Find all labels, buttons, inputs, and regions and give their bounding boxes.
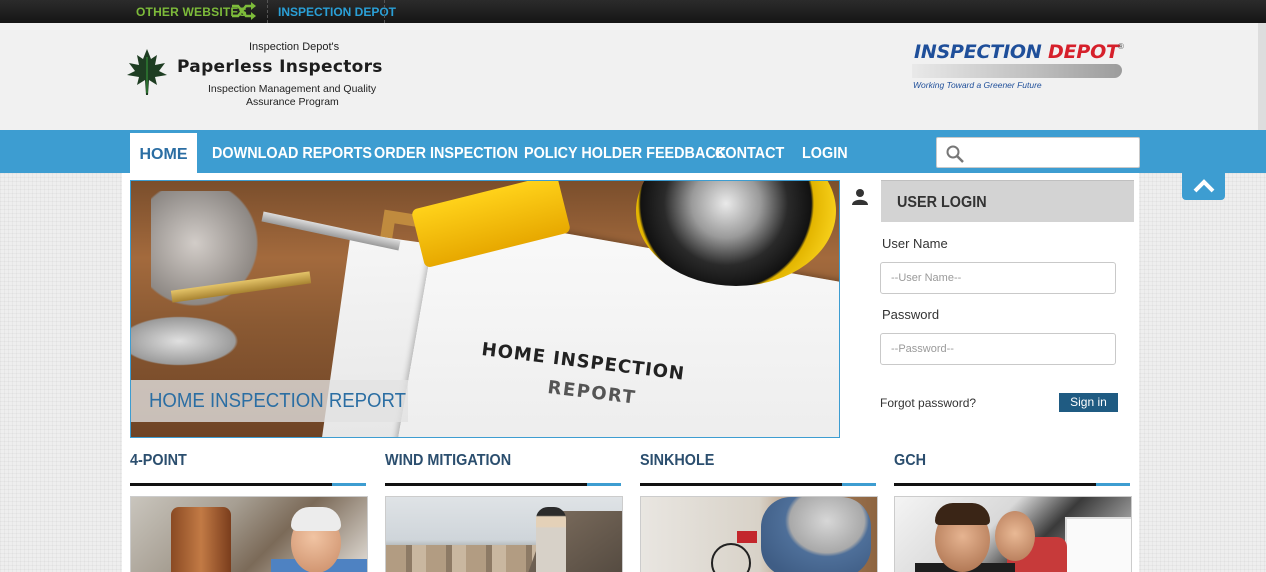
nav-contact[interactable]: CONTACT: [715, 130, 784, 173]
nav-order-inspection[interactable]: ORDER INSPECTION: [374, 130, 518, 173]
logo-title[interactable]: Paperless Inspectors: [177, 57, 383, 77]
login-heading: USER LOGIN: [881, 180, 1134, 222]
logo-swoosh: [912, 64, 1122, 78]
service-divider: [385, 483, 621, 486]
password-input[interactable]: [880, 333, 1116, 365]
divider: [384, 0, 385, 23]
service-image: [640, 496, 878, 572]
service-title: 4-POINT: [130, 452, 187, 469]
username-label: User Name: [882, 236, 948, 251]
nav-download-reports[interactable]: DOWNLOAD REPORTS: [212, 130, 372, 173]
hero-slider[interactable]: HOME INSPECTION REPORT HOME INSPECTION R…: [130, 180, 840, 438]
main-nav: HOME DOWNLOAD REPORTS ORDER INSPECTION P…: [0, 130, 1266, 173]
hero-keys: [131, 311, 251, 371]
nav-policy-holder-feedback[interactable]: POLICY HOLDER FEEDBACK: [524, 130, 726, 173]
search-icon: [945, 144, 965, 169]
service-card[interactable]: SINKHOLE: [640, 452, 878, 572]
hero-keys: [261, 211, 401, 251]
scroll-to-top-button[interactable]: [1182, 172, 1225, 200]
hero-caption: HOME INSPECTION REPORT: [131, 380, 408, 422]
service-image: [130, 496, 368, 572]
partner-logo-name-a: Inspection: [914, 41, 1049, 63]
service-image: [385, 496, 623, 572]
service-card[interactable]: WIND MITIGATION: [385, 452, 623, 572]
logo-small-text: Inspection Depot's: [249, 41, 340, 53]
sign-in-button[interactable]: Sign in: [1059, 393, 1118, 412]
registered-mark: ®: [1118, 42, 1124, 51]
hero-keys: [151, 191, 261, 321]
service-title: SINKHOLE: [640, 452, 715, 469]
login-heading-text: USER LOGIN: [897, 194, 987, 211]
service-divider: [640, 483, 876, 486]
service-image: [894, 496, 1132, 572]
logo-subtitle: Inspection Management and Quality: [208, 83, 377, 95]
service-card[interactable]: 4-POINT: [130, 452, 368, 572]
site-header: Inspection Depot's Paperless Inspectors …: [0, 23, 1266, 130]
username-input[interactable]: [880, 262, 1116, 294]
search-input[interactable]: [936, 137, 1140, 168]
logo-title-text: Paperless Inspectors: [177, 57, 383, 77]
hero-caption-text: HOME INSPECTION REPORT: [149, 390, 406, 412]
logo-subtitle: Assurance Program: [246, 96, 339, 108]
nav-login[interactable]: LOGIN: [802, 130, 848, 173]
forgot-password-link[interactable]: Forgot password?: [880, 396, 976, 410]
divider: [267, 0, 268, 23]
service-title: WIND MITIGATION: [385, 452, 512, 469]
inspection-depot-link[interactable]: INSPECTION DEPOT: [278, 5, 396, 19]
service-divider: [894, 483, 1130, 486]
partner-logo-name-b: Depot: [1048, 41, 1119, 63]
maple-leaf-icon: [125, 47, 169, 102]
nav-home[interactable]: HOME: [130, 130, 197, 173]
partner-logo-name: Inspection Depot: [914, 41, 1119, 63]
top-bar: OTHER WEBSITES INSPECTION DEPOT: [0, 0, 1266, 23]
user-icon: [851, 188, 869, 211]
password-label: Password: [882, 307, 940, 322]
chevron-up-icon: [1193, 179, 1215, 193]
inspection-depot-logo[interactable]: Inspection Depot ® Working Toward a Gree…: [912, 41, 1132, 93]
service-title: GCH: [894, 452, 927, 469]
service-divider: [130, 483, 366, 486]
service-card[interactable]: GCH: [894, 452, 1132, 572]
partner-tagline: Working Toward a Greener Future: [913, 80, 1042, 90]
